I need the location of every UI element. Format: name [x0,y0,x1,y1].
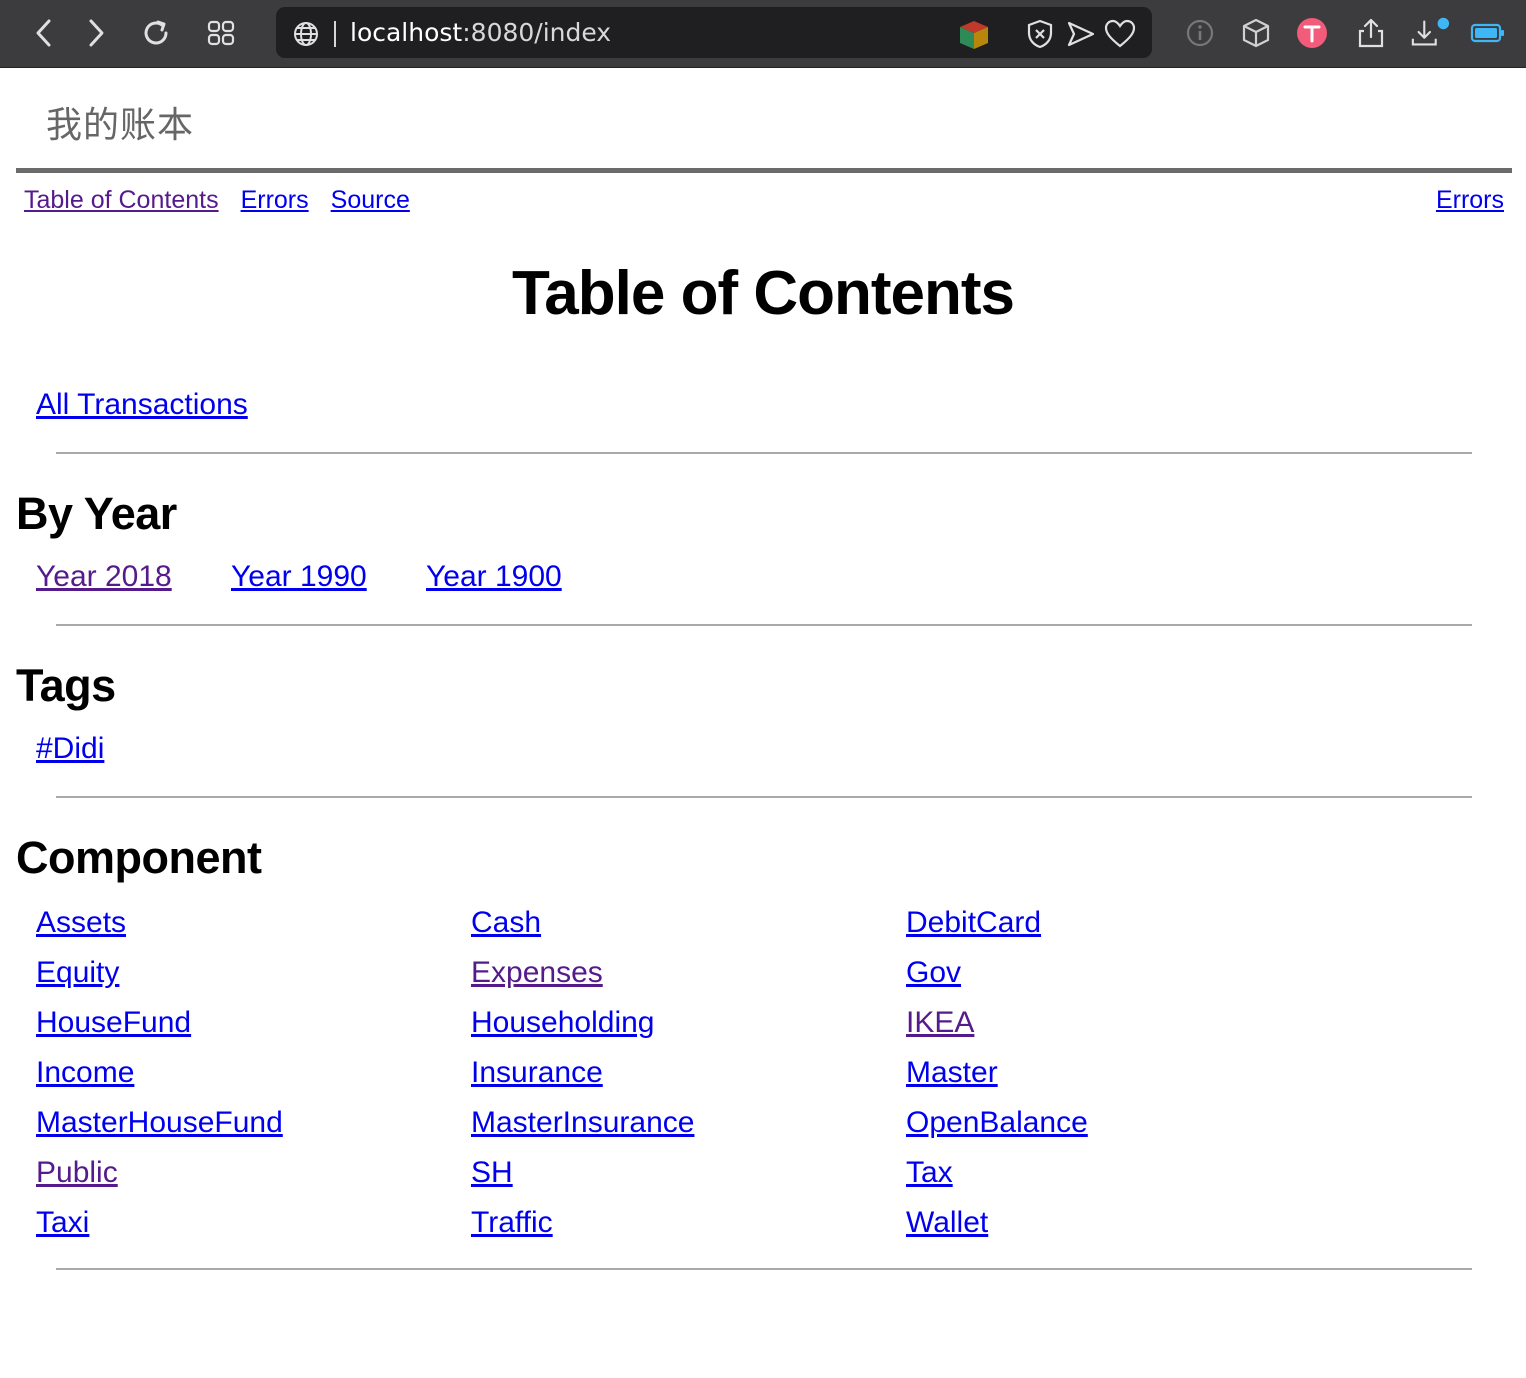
send-icon[interactable] [1066,19,1096,49]
box-icon [1242,18,1270,48]
tags-heading: Tags [16,660,116,711]
component-link[interactable]: Master [906,1054,998,1104]
component-link[interactable]: Insurance [471,1054,603,1104]
grid-icon [207,20,235,46]
chevron-right-icon [89,19,104,47]
title-rule [16,168,1512,173]
component-link[interactable]: Equity [36,954,119,1004]
component-link[interactable]: Wallet [906,1204,988,1254]
nav-link-source[interactable]: Source [331,186,410,215]
year-link[interactable]: Year 1990 [231,560,426,594]
box-extension-button[interactable] [1236,13,1276,53]
component-link[interactable]: MasterInsurance [471,1104,694,1154]
shield-icon[interactable] [1026,19,1054,49]
browser-toolbar: localhost:8080/index [0,0,1526,68]
component-link[interactable]: Householding [471,1004,654,1054]
forward-button[interactable] [76,13,116,53]
component-link[interactable]: HouseFund [36,1004,191,1054]
component-grid: Assets Cash DebitCard Equity Expenses Gov Hous… [36,904,1341,1254]
tag-link[interactable]: #Didi [36,732,104,766]
globe-icon [294,22,318,46]
page-title: Table of Contents [512,259,1015,328]
component-link[interactable]: MasterHouseFund [36,1104,283,1154]
component-link[interactable]: Traffic [471,1204,553,1254]
pink-extension-button[interactable] [1292,13,1332,53]
share-button[interactable] [1351,13,1391,53]
year-link[interactable]: Year 2018 [36,560,231,594]
info-extension-button[interactable] [1180,13,1220,53]
nav-link-errors[interactable]: Errors [241,186,309,215]
address-bar[interactable]: localhost:8080/index [276,7,1152,58]
site-title: 我的账本 [46,105,195,146]
component-link[interactable]: DebitCard [906,904,1041,954]
year-link[interactable]: Year 1900 [426,560,621,594]
url-host: localhost [350,18,463,47]
component-link[interactable]: Gov [906,954,961,1004]
component-link[interactable]: Assets [36,904,126,954]
nav-link-errors-right[interactable]: Errors [1436,186,1504,214]
year-list: Year 2018 Year 1990 Year 1900 [36,560,621,594]
reload-button[interactable] [137,13,177,53]
cube-extension-icon[interactable] [957,19,991,51]
divider [56,796,1472,798]
address-divider [334,21,336,47]
back-button[interactable] [24,13,64,53]
chevron-left-icon [36,19,51,47]
divider [56,452,1472,454]
component-link[interactable]: Public [36,1154,118,1204]
component-link[interactable]: Tax [906,1154,953,1204]
downloads-button[interactable] [1410,13,1450,53]
battery-icon [1470,23,1504,43]
component-link[interactable]: OpenBalance [906,1104,1088,1154]
top-nav-right: Errors [1436,186,1504,215]
top-nav: Table of Contents Errors Source [24,186,410,215]
nav-link-table-of-contents[interactable]: Table of Contents [24,186,219,215]
reload-icon [144,20,168,45]
battery-extension-button[interactable] [1468,13,1508,53]
divider [56,624,1472,626]
component-link[interactable]: IKEA [906,1004,974,1054]
all-transactions-link[interactable]: All Transactions [36,388,248,422]
heart-icon[interactable] [1104,19,1136,49]
component-link[interactable]: SH [471,1154,513,1204]
component-link[interactable]: Expenses [471,954,603,1004]
download-icon [1411,17,1450,46]
component-link[interactable]: Taxi [36,1204,89,1254]
tabs-overview-button[interactable] [201,13,241,53]
divider [56,1268,1472,1270]
url-path: :8080/index [462,18,612,47]
url-text[interactable]: localhost:8080/index [350,7,611,58]
component-link[interactable]: Cash [471,904,541,954]
component-link[interactable]: Income [36,1054,134,1104]
translate-icon [1297,18,1327,48]
component-heading: Component [16,832,262,883]
info-icon [1186,19,1214,47]
by-year-heading: By Year [16,488,177,539]
share-icon [1358,18,1384,48]
